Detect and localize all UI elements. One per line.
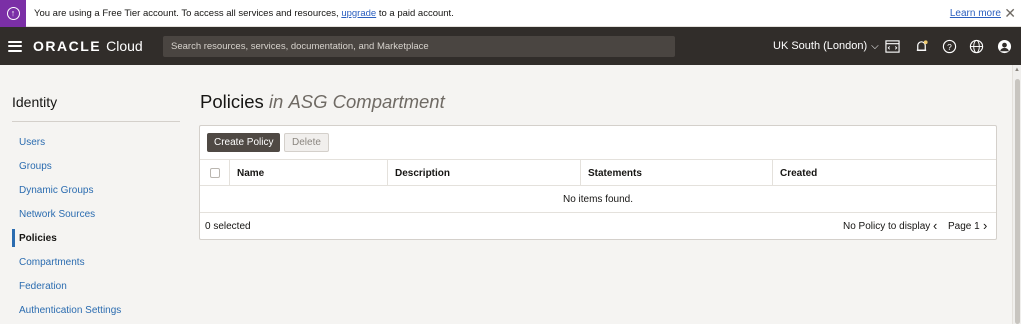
upgrade-arrow-icon: ↑ (6, 6, 20, 20)
profile-icon[interactable] (995, 37, 1013, 55)
sidebar-item-groups[interactable]: Groups (12, 157, 182, 175)
column-header-created[interactable]: Created (772, 160, 996, 186)
region-selector[interactable]: UK South (London) ⌵ (773, 40, 879, 52)
svg-text:?: ? (947, 41, 952, 51)
help-icon[interactable]: ? (940, 37, 958, 55)
oracle-cloud-logo[interactable]: ORACLE Cloud (33, 38, 143, 54)
select-all-checkbox[interactable] (210, 168, 220, 178)
sidebar-item-network-sources[interactable]: Network Sources (12, 205, 182, 223)
top-nav-bar: ORACLE Cloud Search resources, services,… (0, 27, 1021, 65)
banner-text-before: You are using a Free Tier account. To ac… (34, 7, 342, 19)
banner-text-after: to a paid account. (376, 7, 454, 19)
upgrade-link[interactable]: upgrade (341, 8, 376, 19)
page-scrollbar[interactable]: ▲ (1012, 65, 1021, 324)
sidebar-title: Identity (12, 94, 58, 110)
table-header: Name Description Statements Created (200, 159, 996, 186)
bell-icon[interactable] (912, 37, 930, 55)
chevron-left-icon[interactable]: ‹ (933, 218, 937, 233)
column-header-name[interactable]: Name (229, 160, 387, 186)
chevron-right-icon[interactable]: › (983, 218, 987, 233)
sidebar-item-policies[interactable]: Policies (12, 229, 182, 247)
scroll-thumb[interactable] (1015, 79, 1020, 324)
sidebar-item-users[interactable]: Users (12, 133, 182, 151)
globe-icon[interactable] (967, 37, 985, 55)
page-title-main: Policies (200, 91, 264, 112)
learn-more-link[interactable]: Learn more (950, 8, 1001, 19)
search-placeholder: Search resources, services, documentatio… (171, 41, 429, 52)
page-title-in: in (268, 91, 284, 112)
scroll-up-icon[interactable]: ▲ (1014, 67, 1020, 73)
create-policy-button[interactable]: Create Policy (207, 133, 281, 152)
sidebar-item-compartments[interactable]: Compartments (12, 253, 182, 271)
delete-button[interactable]: Delete (284, 133, 329, 152)
no-items-display-text: No Policy to display (843, 221, 931, 232)
hamburger-menu-icon[interactable] (8, 40, 22, 52)
selected-count: 0 selected (205, 221, 251, 232)
sidebar-item-federation[interactable]: Federation (12, 277, 182, 295)
page-indicator: Page 1 (948, 221, 980, 232)
page-title-compartment: ASG Compartment (288, 91, 445, 112)
cloud-shell-icon[interactable] (883, 37, 901, 55)
page-title: Policies in ASG Compartment (200, 91, 445, 113)
empty-message: No items found. (200, 186, 996, 213)
chevron-down-icon: ⌵ (871, 40, 879, 52)
logo-cloud-text: Cloud (106, 38, 143, 54)
sidebar-item-authentication-settings[interactable]: Authentication Settings (12, 301, 182, 319)
search-input[interactable]: Search resources, services, documentatio… (163, 36, 675, 57)
region-label: UK South (London) (773, 40, 868, 52)
column-header-statements[interactable]: Statements (580, 160, 772, 186)
close-icon[interactable]: ✕ (1004, 6, 1016, 20)
banner-message: You are using a Free Tier account. To ac… (34, 8, 454, 19)
policies-table-panel: Create Policy Delete Name Description St… (199, 125, 997, 240)
logo-oracle-text: ORACLE (33, 38, 102, 54)
sidebar-item-dynamic-groups[interactable]: Dynamic Groups (12, 181, 182, 199)
table-footer: 0 selected No Policy to display ‹ Page 1… (200, 213, 996, 239)
column-header-description[interactable]: Description (387, 160, 580, 186)
sidebar-divider (12, 121, 180, 122)
free-tier-banner: ↑ You are using a Free Tier account. To … (0, 0, 1021, 27)
banner-icon-box: ↑ (0, 0, 26, 27)
